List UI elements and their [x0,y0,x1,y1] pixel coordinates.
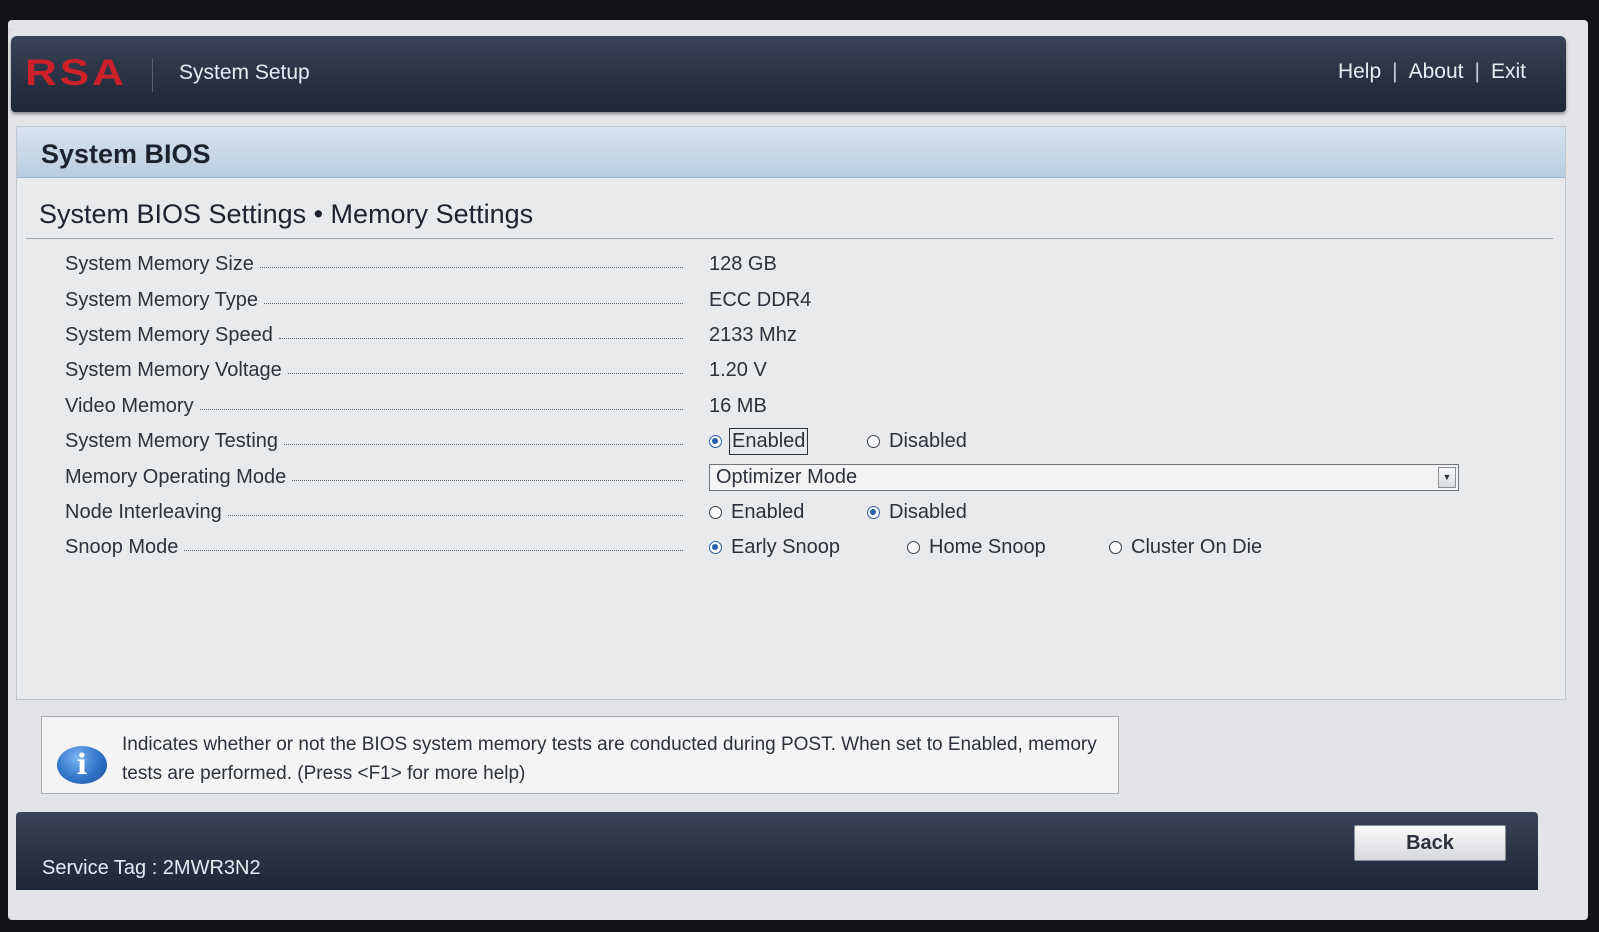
radio-selected-icon[interactable] [709,541,722,555]
dotted-leader [259,267,683,269]
radio-selected-icon[interactable] [867,505,880,519]
snoop-mode-early-option[interactable]: Early Snoop [709,535,907,560]
dotted-leader [199,408,683,410]
dotted-leader [227,514,683,516]
node-interleaving-disabled-option[interactable]: Disabled [867,500,969,525]
help-box: i Indicates whether or not the BIOS syst… [41,716,1119,794]
node-interleaving-enabled-option[interactable]: Enabled [709,500,867,525]
memory-operating-mode-select[interactable]: Optimizer Mode ▼ [709,463,1459,491]
about-link[interactable]: About [1409,60,1464,84]
page-title: System BIOS [41,139,211,169]
setting-row-operating-mode: Memory Operating Mode Optimizer Mode ▼ [65,459,1525,494]
node-interleaving-radio-group: Enabled Disabled [709,500,969,525]
back-button[interactable]: Back [1354,825,1506,861]
setting-value: 16 MB [709,394,767,417]
service-tag: Service Tag : 2MWR3N2 [42,857,261,879]
setting-row-video-memory: Video Memory 16 MB [65,389,1525,424]
main-panel: System BIOS System BIOS Settings • Memor… [16,126,1566,700]
radio-selected-icon[interactable] [709,435,722,449]
snoop-mode-radio-group: Early Snoop Home Snoop Cluster On Die [709,535,1264,560]
header-divider [152,58,153,92]
setting-row-node-interleaving: Node Interleaving Enabled Disabled [65,495,1525,530]
radio-label[interactable]: Home Snoop [927,535,1048,560]
setting-label: System Memory Voltage [65,359,282,382]
title-strip: System BIOS [17,127,1565,178]
memory-testing-radio-group: Enabled Disabled [709,428,969,456]
radio-label[interactable]: Disabled [887,500,969,525]
setting-label: System Memory Type [65,288,259,311]
radio-unselected-icon[interactable] [907,541,920,555]
radio-unselected-icon[interactable] [867,435,880,449]
setting-label: Snoop Mode [65,536,179,559]
radio-label[interactable]: Disabled [887,429,969,454]
app-title: System Setup [179,61,310,84]
help-text: Indicates whether or not the BIOS system… [122,734,1097,784]
dotted-leader [284,444,683,446]
setting-row-memory-speed: System Memory Speed 2133 Mhz [65,318,1525,353]
dotted-leader [278,337,683,339]
dotted-leader [184,550,683,552]
link-separator: | [1474,60,1480,83]
setting-value: ECC DDR4 [709,288,812,311]
setting-row-memory-voltage: System Memory Voltage 1.20 V [65,353,1525,388]
setting-row-memory-size: System Memory Size 128 GB [65,247,1525,282]
setting-label: Video Memory [65,394,194,417]
rsa-logo: RSA [25,51,127,94]
settings-list: System Memory Size 128 GB System Memory … [65,247,1525,566]
snoop-mode-home-option[interactable]: Home Snoop [907,535,1109,560]
chevron-down-icon[interactable]: ▼ [1438,466,1456,488]
setting-row-memory-type: System Memory Type ECC DDR4 [65,282,1525,317]
footer-bar: Service Tag : 2MWR3N2 Back [16,812,1538,890]
radio-label[interactable]: Enabled [729,428,809,456]
info-icon: i [57,746,107,784]
setting-label: Memory Operating Mode [65,465,287,488]
radio-label[interactable]: Early Snoop [729,535,842,560]
setting-value: 128 GB [709,253,777,276]
snoop-mode-cluster-option[interactable]: Cluster On Die [1109,535,1264,560]
radio-label[interactable]: Enabled [729,500,806,525]
setting-value: 1.20 V [709,359,767,382]
dotted-leader [264,302,683,304]
setting-label: Node Interleaving [65,500,222,523]
setting-label: System Memory Testing [65,430,279,453]
memory-testing-enabled-option[interactable]: Enabled [709,428,867,456]
radio-unselected-icon[interactable] [709,505,722,519]
radio-unselected-icon[interactable] [1109,541,1122,555]
setting-row-snoop-mode: Snoop Mode Early Snoop Home Snoop Cluste… [65,530,1525,565]
setting-row-memory-testing: System Memory Testing Enabled Disabled [65,424,1525,459]
setting-value: 2133 Mhz [709,323,797,346]
setting-label: System Memory Speed [65,323,273,346]
header-links: Help | About | Exit [1338,60,1526,84]
section-divider [26,238,1553,239]
select-value: Optimizer Mode [716,465,858,488]
header-bar: RSA System Setup Help | About | Exit [11,36,1566,112]
exit-link[interactable]: Exit [1491,60,1526,84]
radio-label[interactable]: Cluster On Die [1129,535,1264,560]
help-link[interactable]: Help [1338,60,1381,84]
link-separator: | [1392,60,1398,83]
memory-testing-disabled-option[interactable]: Disabled [867,429,969,454]
setting-label: System Memory Size [65,253,254,276]
section-title: System BIOS Settings • Memory Settings [39,199,534,229]
dotted-leader [292,479,683,481]
dotted-leader [287,373,683,375]
